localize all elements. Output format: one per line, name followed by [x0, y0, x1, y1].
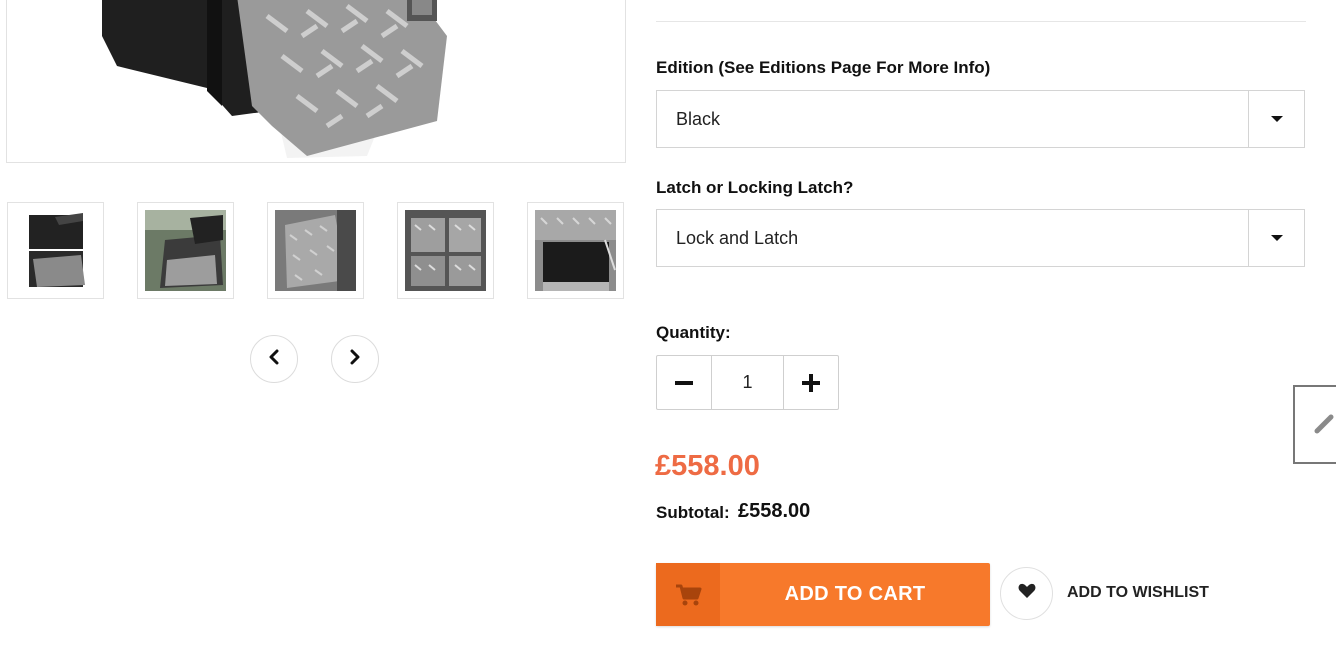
edition-select[interactable]: Black [656, 90, 1305, 148]
dropdown-toggle[interactable] [1248, 91, 1304, 147]
cart-icon [656, 563, 720, 626]
thumbnail-4[interactable] [397, 202, 494, 299]
thumbnail-1[interactable] [7, 202, 104, 299]
caret-down-icon [1270, 116, 1283, 122]
subtotal-value: £558.00 [738, 500, 811, 522]
thumbnail-3[interactable] [267, 202, 364, 299]
plus-icon [802, 373, 820, 392]
latch-select-value: Lock and Latch [676, 228, 799, 248]
quantity-label: Quantity: [656, 323, 731, 342]
caret-down-icon [1270, 235, 1283, 241]
latch-label: Latch or Locking Latch? [656, 178, 854, 197]
side-feedback-tab[interactable] [1293, 385, 1336, 464]
edition-label: Edition (See Editions Page For More Info… [656, 58, 991, 77]
chevron-right-icon [348, 349, 362, 370]
add-to-cart-label: ADD TO CART [784, 583, 926, 605]
minus-icon [675, 380, 693, 385]
main-product-image [6, 0, 626, 163]
gallery-next-button[interactable] [331, 335, 379, 383]
section-divider [656, 21, 1306, 22]
quantity-increase-button[interactable] [783, 356, 838, 409]
latch-select[interactable]: Lock and Latch [656, 209, 1305, 267]
product-price: £558.00 [655, 450, 760, 482]
thumbnail-2[interactable] [137, 202, 234, 299]
chevron-left-icon [267, 349, 281, 370]
thumbnail-5[interactable] [527, 202, 624, 299]
edition-select-value: Black [676, 109, 721, 129]
add-to-cart-button[interactable]: ADD TO CART [656, 563, 990, 626]
quantity-stepper: 1 [656, 355, 839, 410]
dropdown-toggle[interactable] [1248, 210, 1304, 266]
gallery-prev-button[interactable] [250, 335, 298, 383]
quantity-input[interactable]: 1 [711, 356, 784, 409]
pencil-icon [1313, 411, 1336, 440]
wishlist-heart-button[interactable] [1000, 567, 1053, 620]
quantity-decrease-button[interactable] [657, 356, 712, 409]
add-to-wishlist-link[interactable]: ADD TO WISHLIST [1067, 584, 1209, 602]
heart-icon [1018, 583, 1036, 604]
subtotal-label: Subtotal: [656, 503, 730, 522]
